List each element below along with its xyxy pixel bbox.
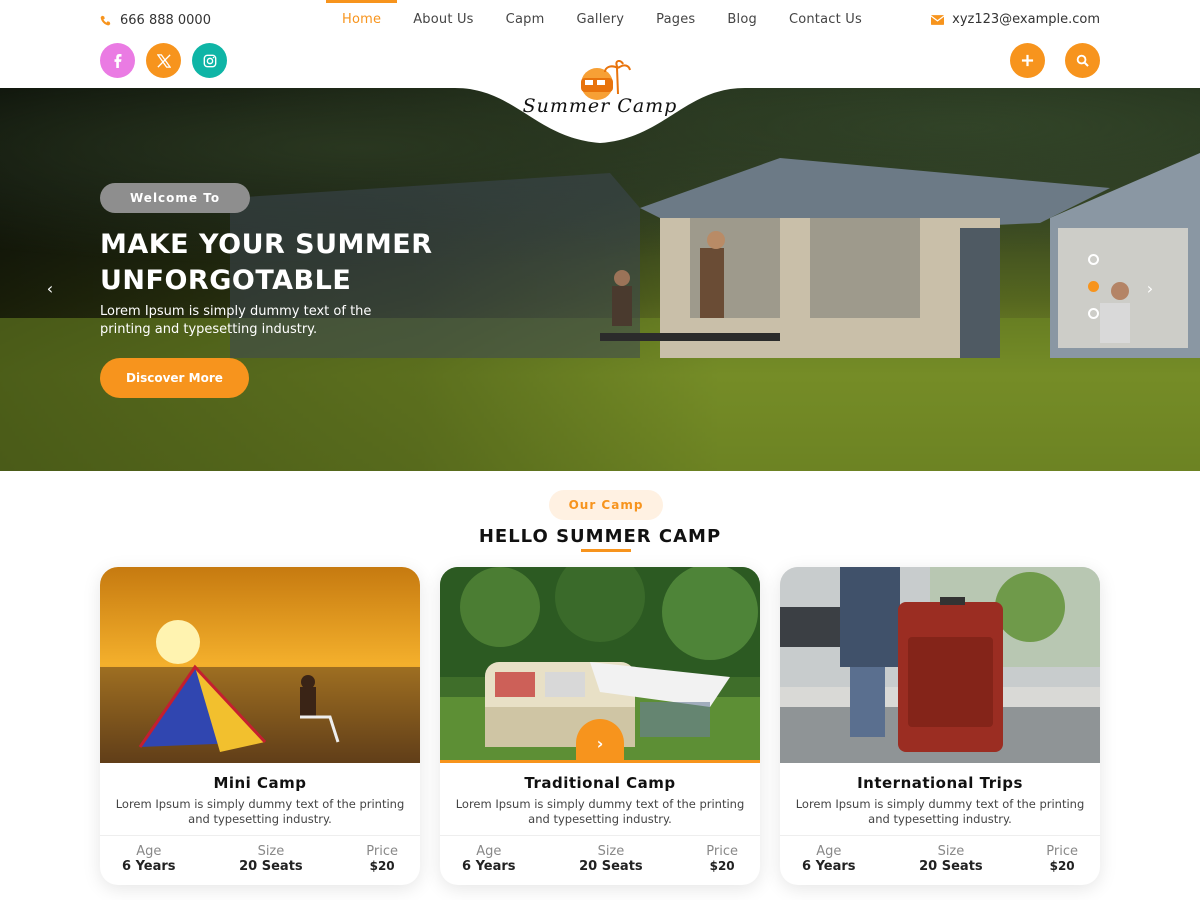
phone-icon [100,15,111,26]
slider-dot-1[interactable] [1088,254,1099,265]
card-title: International Trips [857,774,1023,792]
card-description: Lorem Ipsum is simply dummy text of the … [455,797,745,826]
plus-icon [1021,54,1034,67]
card-description: Lorem Ipsum is simply dummy text of the … [795,797,1085,826]
search-icon [1076,54,1089,67]
card-image [780,567,1100,763]
slider-dot-3[interactable] [1088,308,1099,319]
age-value: 6 Years [802,859,856,874]
age-stat: Age 6 Years [122,844,176,885]
card-image [100,567,420,763]
size-label: Size [937,844,965,859]
chevron-right-icon[interactable]: › [576,719,624,760]
section-badge: Our Camp [549,490,663,520]
size-stat: Size 20 Seats [579,844,643,885]
facebook-button[interactable] [100,43,135,78]
age-label: Age [136,844,162,859]
size-value: 20 Seats [239,859,303,874]
hero-caption: Welcome To MAKE YOUR SUMMER UNFORGOTABLE… [100,183,460,398]
nav-home[interactable]: Home [326,0,398,42]
hero-subtitle: Lorem Ipsum is simply dummy text of the … [100,303,400,339]
card-description: Lorem Ipsum is simply dummy text of the … [115,797,405,826]
camper-van-logo-icon [581,60,631,100]
card-stats: Age 6 Years Size 20 Seats Price $20 [440,835,760,885]
email-contact[interactable]: xyz123@example.com [931,12,1100,27]
instagram-icon [203,54,216,67]
slider-prev-arrow-icon[interactable]: ‹ [40,279,60,298]
age-label: Age [816,844,842,859]
hero-subtitle-line-2: printing and typesetting industry. [100,322,318,337]
size-stat: Size 20 Seats [239,844,303,885]
phone-contact[interactable]: 666 888 0000 [100,13,211,28]
price-value: $20 [369,859,395,873]
header-actions [1010,43,1100,78]
social-links [100,43,227,78]
nav-blog[interactable]: Blog [711,0,773,42]
card-title: Traditional Camp [524,774,676,792]
slider-next-arrow-icon[interactable]: › [1140,279,1160,298]
slider-dots [1088,254,1099,319]
card-stats: Age 6 Years Size 20 Seats Price $20 [780,835,1100,885]
hero-title-line-1: MAKE YOUR SUMMER [100,229,433,260]
age-stat: Age 6 Years [462,844,516,885]
price-label: Price [706,844,738,859]
price-label: Price [366,844,398,859]
price-stat: Price $20 [706,844,738,885]
nav-pages[interactable]: Pages [640,0,711,42]
hero-subtitle-line-1: Lorem Ipsum is simply dummy text of the [100,304,372,319]
card-image: › [440,567,760,763]
welcome-badge: Welcome To [100,183,251,213]
price-label: Price [1046,844,1078,859]
price-stat: Price $20 [366,844,398,885]
age-label: Age [476,844,502,859]
camp-card-traditional[interactable]: › Traditional Camp Lorem Ipsum is simply… [440,567,760,885]
price-value: $20 [1049,859,1075,873]
price-value: $20 [709,859,735,873]
title-underline [581,549,631,552]
slider-dot-2[interactable] [1088,281,1099,292]
camp-card-international[interactable]: International Trips Lorem Ipsum is simpl… [780,567,1100,885]
main-nav: Home About Us Capm Gallery Pages Blog Co… [326,0,878,42]
beach-tent-photo [100,567,420,763]
card-stats: Age 6 Years Size 20 Seats Price $20 [100,835,420,885]
nav-gallery[interactable]: Gallery [560,0,640,42]
facebook-icon [114,53,121,68]
age-value: 6 Years [462,859,516,874]
section-title: HELLO SUMMER CAMP [478,526,722,547]
nav-contact-us[interactable]: Contact Us [773,0,878,42]
site-logo[interactable]: Summer Camp [505,60,695,140]
size-label: Size [257,844,285,859]
mail-icon [931,14,945,25]
size-stat: Size 20 Seats [919,844,983,885]
discover-more-button[interactable]: Discover More [100,358,249,398]
nav-about-us[interactable]: About Us [397,0,489,42]
logo-text: Summer Camp [522,95,678,117]
suitcase-photo [780,567,1100,763]
price-stat: Price $20 [1046,844,1078,885]
search-button[interactable] [1065,43,1100,78]
x-icon [156,53,171,68]
camp-cards: Mini Camp Lorem Ipsum is simply dummy te… [100,567,1100,885]
add-button[interactable] [1010,43,1045,78]
size-value: 20 Seats [919,859,983,874]
camp-card-mini[interactable]: Mini Camp Lorem Ipsum is simply dummy te… [100,567,420,885]
hero-title: MAKE YOUR SUMMER UNFORGOTABLE [100,227,460,299]
hero-title-line-2: UNFORGOTABLE [100,265,352,296]
x-button[interactable] [146,43,181,78]
card-title: Mini Camp [213,774,307,792]
instagram-button[interactable] [192,43,227,78]
nav-camp[interactable]: Capm [490,0,561,42]
age-value: 6 Years [122,859,176,874]
size-value: 20 Seats [579,859,643,874]
size-label: Size [597,844,625,859]
email-address: xyz123@example.com [952,12,1100,27]
phone-number: 666 888 0000 [120,13,211,28]
age-stat: Age 6 Years [802,844,856,885]
